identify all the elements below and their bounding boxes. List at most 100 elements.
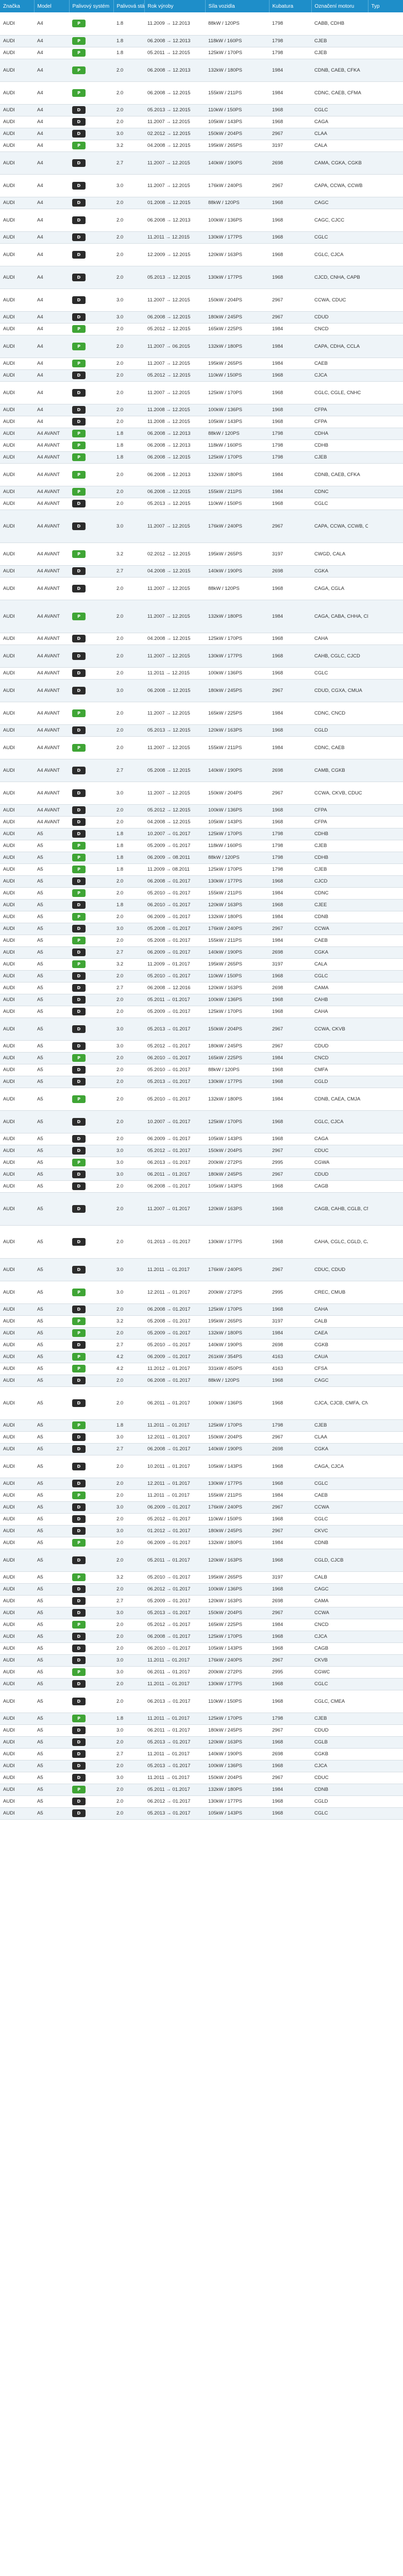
table-row[interactable]: AUDI A5 D 2.0 06.2013 → 01.2017 110kW / 150PS… bbox=[0, 1690, 403, 1713]
table-row[interactable]: AUDI A4 P 2.0 06.2008 → 12.2015 155kW / 211PS… bbox=[0, 81, 403, 105]
table-row[interactable]: AUDI A4 D 3.0 02.2012 → 12.2015 150kW / 204PS… bbox=[0, 128, 403, 140]
header-power[interactable]: Síla vozidla bbox=[205, 0, 270, 12]
header-fuel-system[interactable]: Palivový systém bbox=[69, 0, 114, 12]
table-row[interactable]: AUDI A5 D 2.0 06.2010 → 01.2017 105kW / 143PS… bbox=[0, 1642, 403, 1655]
header-fuel-stability[interactable]: Palivová stálost bbox=[113, 0, 145, 12]
table-row[interactable]: AUDI A5 D 2.7 06.2009 → 01.2017 140kW / 190PS… bbox=[0, 946, 403, 959]
table-row[interactable]: AUDI A4 P 2.0 11.2007 → 12.2015 195kW / 265PS… bbox=[0, 358, 403, 370]
table-row[interactable]: AUDI A5 D 2.0 05.2013 → 01.2017 105kW / 143PS… bbox=[0, 1807, 403, 1820]
table-row[interactable]: AUDI A5 P 4.2 11.2012 → 01.2017 331kW / 450PS… bbox=[0, 1363, 403, 1375]
table-row[interactable]: AUDI A5 D 2.0 05.2013 → 01.2017 100kW / 136PS… bbox=[0, 1760, 403, 1772]
table-row[interactable]: AUDI A5 P 1.8 11.2011 → 01.2017 125kW / 170PS… bbox=[0, 1419, 403, 1432]
table-row[interactable]: AUDI A5 P 2.0 06.2009 → 01.2017 132kW / 180PS… bbox=[0, 1537, 403, 1549]
table-row[interactable]: AUDI A4 AVANT D 2.0 05.2013 → 12.2015 110kW /… bbox=[0, 498, 403, 510]
table-row[interactable]: AUDI A4 P 1.8 05.2011 → 12.2015 125kW / 170PS… bbox=[0, 47, 403, 59]
table-row[interactable]: AUDI A4 D 3.0 06.2008 → 12.2015 180kW / 245PS… bbox=[0, 311, 403, 324]
table-row[interactable]: AUDI A5 D 3.0 05.2012 → 01.2017 150kW / 204PS… bbox=[0, 1145, 403, 1157]
table-row[interactable]: AUDI A5 D 3.0 06.2009 → 01.2017 176kW / 240PS… bbox=[0, 1501, 403, 1514]
table-row[interactable]: AUDI A4 D 3.0 11.2007 → 12.2015 150kW / 204PS… bbox=[0, 289, 403, 312]
table-row[interactable]: AUDI A5 D 2.0 11.2007 → 01.2017 120kW / 163PS… bbox=[0, 1192, 403, 1226]
table-row[interactable]: AUDI A5 D 2.0 05.2013 → 01.2017 120kW / 163PS… bbox=[0, 1736, 403, 1749]
table-row[interactable]: AUDI A5 D 1.8 10.2007 → 01.2017 125kW / 170PS… bbox=[0, 828, 403, 840]
table-row[interactable]: AUDI A5 P 2.0 06.2009 → 01.2017 132kW / 180PS… bbox=[0, 911, 403, 923]
table-row[interactable]: AUDI A4 P 1.8 06.2008 → 12.2013 118kW / 160PS… bbox=[0, 35, 403, 47]
table-row[interactable]: AUDI A4 AVANT D 3.0 11.2007 → 12.2015 150kW /… bbox=[0, 782, 403, 805]
table-row[interactable]: AUDI A5 D 2.7 06.2008 → 01.2017 140kW / 190PS… bbox=[0, 1443, 403, 1455]
table-row[interactable]: AUDI A5 P 4.2 06.2009 → 01.2017 261kW / 354PS… bbox=[0, 1351, 403, 1363]
table-row[interactable]: AUDI A5 D 1.8 06.2010 → 01.2017 120kW / 163PS… bbox=[0, 899, 403, 911]
table-row[interactable]: AUDI A5 D 2.7 05.2009 → 01.2017 120kW / 163PS… bbox=[0, 1595, 403, 1607]
table-row[interactable]: AUDI A5 P 3.0 06.2013 → 01.2017 200kW / 272PS… bbox=[0, 1157, 403, 1169]
table-row[interactable]: AUDI A4 AVANT P 2.0 06.2008 → 12.2015 155kW /… bbox=[0, 486, 403, 498]
table-row[interactable]: AUDI A4 D 2.0 05.2013 → 12.2015 110kW / 150PS… bbox=[0, 104, 403, 116]
table-row[interactable]: AUDI A5 D 2.0 06.2008 → 01.2017 88kW / 120PS 1… bbox=[0, 1375, 403, 1387]
table-row[interactable]: AUDI A4 AVANT D 2.0 04.2008 → 12.2015 125kW /… bbox=[0, 633, 403, 645]
table-row[interactable]: AUDI A5 P 3.2 05.2010 → 01.2017 195kW / 265PS… bbox=[0, 1571, 403, 1584]
table-row[interactable]: AUDI A5 D 2.7 05.2010 → 01.2017 140kW / 190PS… bbox=[0, 1339, 403, 1351]
table-row[interactable]: AUDI A5 D 3.0 05.2012 → 01.2017 180kW / 245PS… bbox=[0, 1040, 403, 1053]
table-row[interactable]: AUDI A4 D 2.0 01.2008 → 12.2015 88kW / 120PS 1… bbox=[0, 197, 403, 209]
table-row[interactable]: AUDI A5 D 3.0 05.2008 → 01.2017 176kW / 240PS… bbox=[0, 923, 403, 935]
table-row[interactable]: AUDI A4 P 2.0 06.2008 → 12.2013 132kW / 180PS… bbox=[0, 59, 403, 82]
table-row[interactable]: AUDI A5 D 2.0 06.2008 → 01.2017 125kW / 170PS… bbox=[0, 1631, 403, 1643]
table-row[interactable]: AUDI A5 D 2.0 06.2008 → 01.2017 130kW / 177PS… bbox=[0, 875, 403, 888]
table-row[interactable]: AUDI A5 D 3.0 11.2011 → 01.2017 176kW / 240PS… bbox=[0, 1654, 403, 1667]
table-row[interactable]: AUDI A5 P 3.2 11.2009 → 01.2017 195kW / 265PS… bbox=[0, 958, 403, 971]
table-row[interactable]: AUDI A5 D 2.0 05.2012 → 01.2017 110kW / 150PS… bbox=[0, 1513, 403, 1526]
table-row[interactable]: AUDI A5 D 2.0 11.2011 → 01.2017 130kW / 177PS… bbox=[0, 1678, 403, 1690]
table-row[interactable]: AUDI A4 AVANT P 2.0 11.2007 → 12.2015 155kW /… bbox=[0, 736, 403, 759]
table-row[interactable]: AUDI A4 D 2.0 11.2011 → 12.2015 130kW / 177PS… bbox=[0, 231, 403, 244]
table-row[interactable]: AUDI A5 P 1.8 05.2009 → 01.2017 118kW / 160PS… bbox=[0, 840, 403, 852]
table-row[interactable]: AUDI A5 D 2.0 10.2007 → 01.2017 125kW / 170PS… bbox=[0, 1110, 403, 1133]
table-row[interactable]: AUDI A4 AVANT D 3.0 06.2008 → 12.2015 180kW /… bbox=[0, 679, 403, 702]
table-row[interactable]: AUDI A4 AVANT P 2.0 06.2008 → 12.2013 132kW /… bbox=[0, 463, 403, 486]
table-row[interactable]: AUDI A5 P 2.0 05.2010 → 01.2017 155kW / 211PS… bbox=[0, 887, 403, 900]
table-row[interactable]: AUDI A5 D 2.7 11.2011 → 01.2017 140kW / 190PS… bbox=[0, 1748, 403, 1760]
header-year[interactable]: Rok výroby bbox=[144, 0, 206, 12]
table-row[interactable]: AUDI A4 AVANT D 2.0 05.2012 → 12.2015 100kW /… bbox=[0, 804, 403, 817]
table-row[interactable]: AUDI A4 AVANT P 3.2 02.2012 → 12.2015 195kW /… bbox=[0, 543, 403, 566]
table-row[interactable]: AUDI A4 P 2.0 11.2007 → 06.2015 132kW / 180PS… bbox=[0, 335, 403, 358]
table-row[interactable]: AUDI A4 D 2.0 11.2007 → 12.2015 125kW / 170PS… bbox=[0, 381, 403, 404]
table-row[interactable]: AUDI A4 AVANT P 2.0 11.2007 → 12.2015 132kW /… bbox=[0, 600, 403, 633]
table-row[interactable]: AUDI A5 D 2.0 05.2009 → 01.2017 125kW / 170PS… bbox=[0, 1006, 403, 1018]
table-row[interactable]: AUDI A4 D 2.0 11.2008 → 12.2015 105kW / 143PS… bbox=[0, 416, 403, 428]
table-row[interactable]: AUDI A5 P 2.0 06.2010 → 01.2017 165kW / 225PS… bbox=[0, 1052, 403, 1064]
table-row[interactable]: AUDI A5 D 3.0 01.2012 → 01.2017 180kW / 245PS… bbox=[0, 1525, 403, 1537]
table-row[interactable]: AUDI A5 P 2.0 11.2011 → 01.2017 155kW / 211PS… bbox=[0, 1489, 403, 1502]
table-row[interactable]: AUDI A4 AVANT P 1.8 06.2008 → 12.2013 118kW /… bbox=[0, 439, 403, 452]
table-row[interactable]: AUDI A4 AVANT D 2.0 05.2013 → 12.2015 120kW /… bbox=[0, 724, 403, 737]
table-row[interactable]: AUDI A5 D 3.0 11.2011 → 01.2017 176kW / 240PS… bbox=[0, 1258, 403, 1281]
table-row[interactable]: AUDI A5 D 2.7 06.2008 → 12.2016 120kW / 163PS… bbox=[0, 982, 403, 994]
table-row[interactable]: AUDI A4 AVANT P 1.8 06.2008 → 12.2015 125kW /… bbox=[0, 451, 403, 464]
table-row[interactable]: AUDI A5 D 2.0 06.2009 → 01.2017 105kW / 143PS… bbox=[0, 1133, 403, 1145]
table-row[interactable]: AUDI A5 D 2.0 06.2008 → 01.2017 105kW / 143PS… bbox=[0, 1180, 403, 1193]
table-row[interactable]: AUDI A4 AVANT D 2.0 11.2007 → 12.2015 130kW /… bbox=[0, 645, 403, 668]
table-row[interactable]: AUDI A4 P 1.8 11.2009 → 12.2013 88kW / 120PS 1… bbox=[0, 12, 403, 36]
table-row[interactable]: AUDI A5 D 3.0 06.2011 → 01.2017 180kW / 245PS… bbox=[0, 1724, 403, 1737]
table-row[interactable]: AUDI A5 P 3.0 06.2011 → 01.2017 200kW / 272PS… bbox=[0, 1666, 403, 1679]
table-row[interactable]: AUDI A5 D 3.0 05.2013 → 01.2017 150kW / 204PS… bbox=[0, 1607, 403, 1619]
table-row[interactable]: AUDI A5 P 2.0 05.2008 → 01.2017 155kW / 211PS… bbox=[0, 935, 403, 947]
table-row[interactable]: AUDI A4 D 2.0 11.2008 → 12.2015 100kW / 136PS… bbox=[0, 404, 403, 416]
table-row[interactable]: AUDI A5 D 3.0 12.2011 → 01.2017 150kW / 204PS… bbox=[0, 1431, 403, 1444]
header-displacement[interactable]: Kubatura bbox=[269, 0, 312, 12]
table-row[interactable]: AUDI A5 D 2.0 05.2013 → 01.2017 130kW / 177PS… bbox=[0, 1076, 403, 1088]
header-brand[interactable]: Značka bbox=[0, 0, 35, 12]
table-row[interactable]: AUDI A5 D 2.0 05.2010 → 01.2017 88kW / 120PS 1… bbox=[0, 1064, 403, 1076]
table-row[interactable]: AUDI A4 D 2.0 05.2013 → 12.2015 130kW / 177PS… bbox=[0, 266, 403, 289]
table-row[interactable]: AUDI A5 P 3.2 05.2008 → 01.2017 195kW / 265PS… bbox=[0, 1315, 403, 1328]
table-row[interactable]: AUDI A5 D 2.0 05.2011 → 01.2017 120kW / 163PS… bbox=[0, 1549, 403, 1572]
table-row[interactable]: AUDI A4 AVANT D 2.7 04.2008 → 12.2015 140kW /… bbox=[0, 565, 403, 578]
header-type[interactable]: Typ bbox=[368, 0, 403, 12]
table-row[interactable]: AUDI A5 D 2.0 05.2010 → 01.2017 110kW / 150PS… bbox=[0, 970, 403, 982]
table-row[interactable]: AUDI A4 AVANT D 3.0 11.2007 → 12.2015 176kW /… bbox=[0, 510, 403, 543]
table-row[interactable]: AUDI A5 D 2.0 06.2012 → 01.2017 130kW / 177PS… bbox=[0, 1795, 403, 1808]
header-model[interactable]: Model bbox=[34, 0, 70, 12]
table-row[interactable]: AUDI A5 D 3.0 05.2013 → 01.2017 150kW / 204PS… bbox=[0, 1018, 403, 1041]
table-row[interactable]: AUDI A5 D 3.0 11.2011 → 01.2017 150kW / 204PS… bbox=[0, 1772, 403, 1784]
table-row[interactable]: AUDI A5 P 2.0 05.2009 → 01.2017 132kW / 180PS… bbox=[0, 1327, 403, 1340]
table-row[interactable]: AUDI A4 AVANT P 2.0 11.2007 → 12.2015 165kW /… bbox=[0, 702, 403, 725]
table-row[interactable]: AUDI A4 D 2.0 06.2008 → 12.2013 100kW / 136PS… bbox=[0, 209, 403, 232]
table-row[interactable]: AUDI A5 D 2.0 05.2011 → 01.2017 100kW / 136PS… bbox=[0, 994, 403, 1006]
